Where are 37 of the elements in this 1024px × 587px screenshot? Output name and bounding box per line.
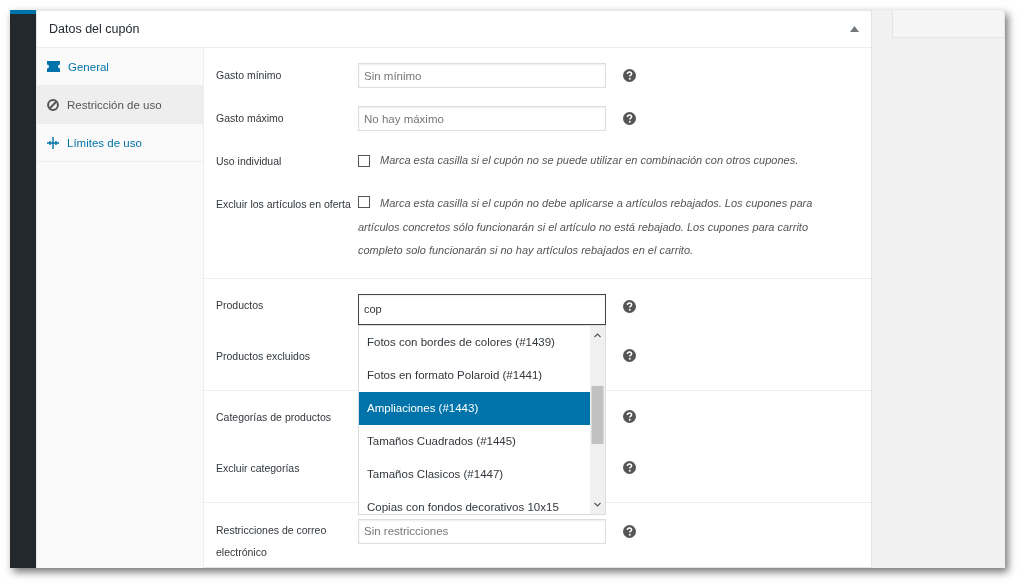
input-field[interactable]: No hay máximo	[358, 106, 606, 131]
field-label: Excluir categorías	[215, 460, 301, 476]
help-icon[interactable]	[623, 409, 636, 423]
collapse-icon[interactable]	[850, 26, 859, 32]
field-label: Restricciones de correo electrónico	[215, 522, 328, 560]
tab[interactable]: Límites de uso	[37, 124, 203, 162]
help-icon[interactable]	[623, 112, 636, 125]
crosshair-icon	[47, 136, 59, 149]
input-field[interactable]: Sin mínimo	[358, 63, 606, 88]
dropdown-option[interactable]: Tamaños Clasicos (#1447)	[359, 457, 590, 491]
field-label: Gasto máximo	[215, 111, 285, 126]
field-label: Productos	[215, 297, 265, 313]
dropdown-option[interactable]: Copias con fondos decorativos 10x15	[359, 490, 590, 514]
checkbox[interactable]	[358, 155, 370, 167]
dropdown-option[interactable]: Fotos en formato Polaroid (#1441)	[359, 358, 590, 392]
input-field[interactable]: Sin restricciones	[358, 518, 606, 544]
field-description: Marca esta casilla si el cupón no debe aplicarse a artículos rebajados. Los cupones para artículos concretos sólo funcionarán si el artículo no está rebajado. Los cupones para carrito completo solo funcionarán si no hay artículos rebajados en el carrito.	[358, 197, 813, 256]
search-field[interactable]: cop	[358, 293, 606, 325]
dropdown-option[interactable]: Fotos con bordes de colores (#1439)	[359, 325, 590, 359]
field-description: Marca esta casilla si el cupón no se puede utilizar en combinación con otros cupones.	[380, 153, 799, 168]
help-icon[interactable]	[623, 348, 636, 362]
tab[interactable]: Restricción de uso	[37, 86, 203, 124]
panel-title: Datos del cupón	[49, 22, 140, 36]
help-icon[interactable]	[623, 69, 636, 82]
help-icon[interactable]	[623, 299, 636, 313]
field-label: Gasto mínimo	[215, 68, 283, 83]
field-label: Excluir los artículos en oferta	[215, 197, 352, 212]
help-icon[interactable]	[623, 524, 636, 538]
field-label: Productos excluidos	[215, 348, 311, 364]
field-label: Uso individual	[215, 154, 283, 169]
field-label: Categorías de productos	[215, 409, 332, 425]
ticket-icon	[47, 61, 60, 72]
prohibited-icon	[47, 98, 59, 111]
help-icon[interactable]	[623, 460, 636, 474]
dropdown-option[interactable]: Tamaños Cuadrados (#1445)	[359, 424, 590, 458]
dropdown-option[interactable]: Ampliaciones (#1443)	[359, 391, 590, 425]
checkbox[interactable]	[358, 196, 370, 208]
